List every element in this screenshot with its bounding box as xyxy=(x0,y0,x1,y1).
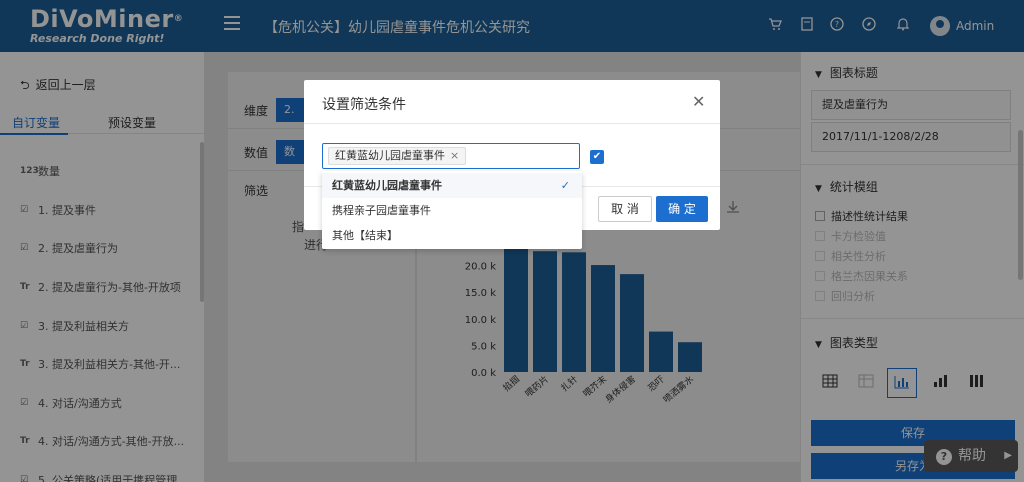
divider xyxy=(304,123,720,124)
cancel-button[interactable]: 取 消 xyxy=(598,196,652,222)
selected-chip: 红黄蓝幼儿园虐童事件 × xyxy=(328,147,467,165)
dropdown-option[interactable]: 携程亲子园虐童事件 xyxy=(322,198,582,223)
filter-select[interactable]: 红黄蓝幼儿园虐童事件 × xyxy=(322,143,580,169)
dropdown-option[interactable]: 红黄蓝幼儿园虐童事件 ✓ xyxy=(322,173,582,198)
dropdown-option[interactable]: 其他【结束】 xyxy=(322,223,582,248)
option-label: 携程亲子园虐童事件 xyxy=(332,204,431,217)
chip-label: 红黄蓝幼儿园虐童事件 xyxy=(335,149,445,162)
option-label: 红黄蓝幼儿园虐童事件 xyxy=(332,179,442,192)
close-icon[interactable]: ✕ xyxy=(692,92,705,111)
filter-dropdown: 红黄蓝幼儿园虐童事件 ✓ 携程亲子园虐童事件 其他【结束】 xyxy=(322,171,582,249)
confirm-checkbox[interactable]: ✔ xyxy=(590,150,604,164)
option-label: 其他【结束】 xyxy=(332,229,398,242)
chip-close-icon[interactable]: × xyxy=(450,149,459,162)
ok-button[interactable]: 确 定 xyxy=(656,196,708,222)
check-icon: ✓ xyxy=(560,179,570,192)
modal-title: 设置筛选条件 xyxy=(322,97,406,113)
